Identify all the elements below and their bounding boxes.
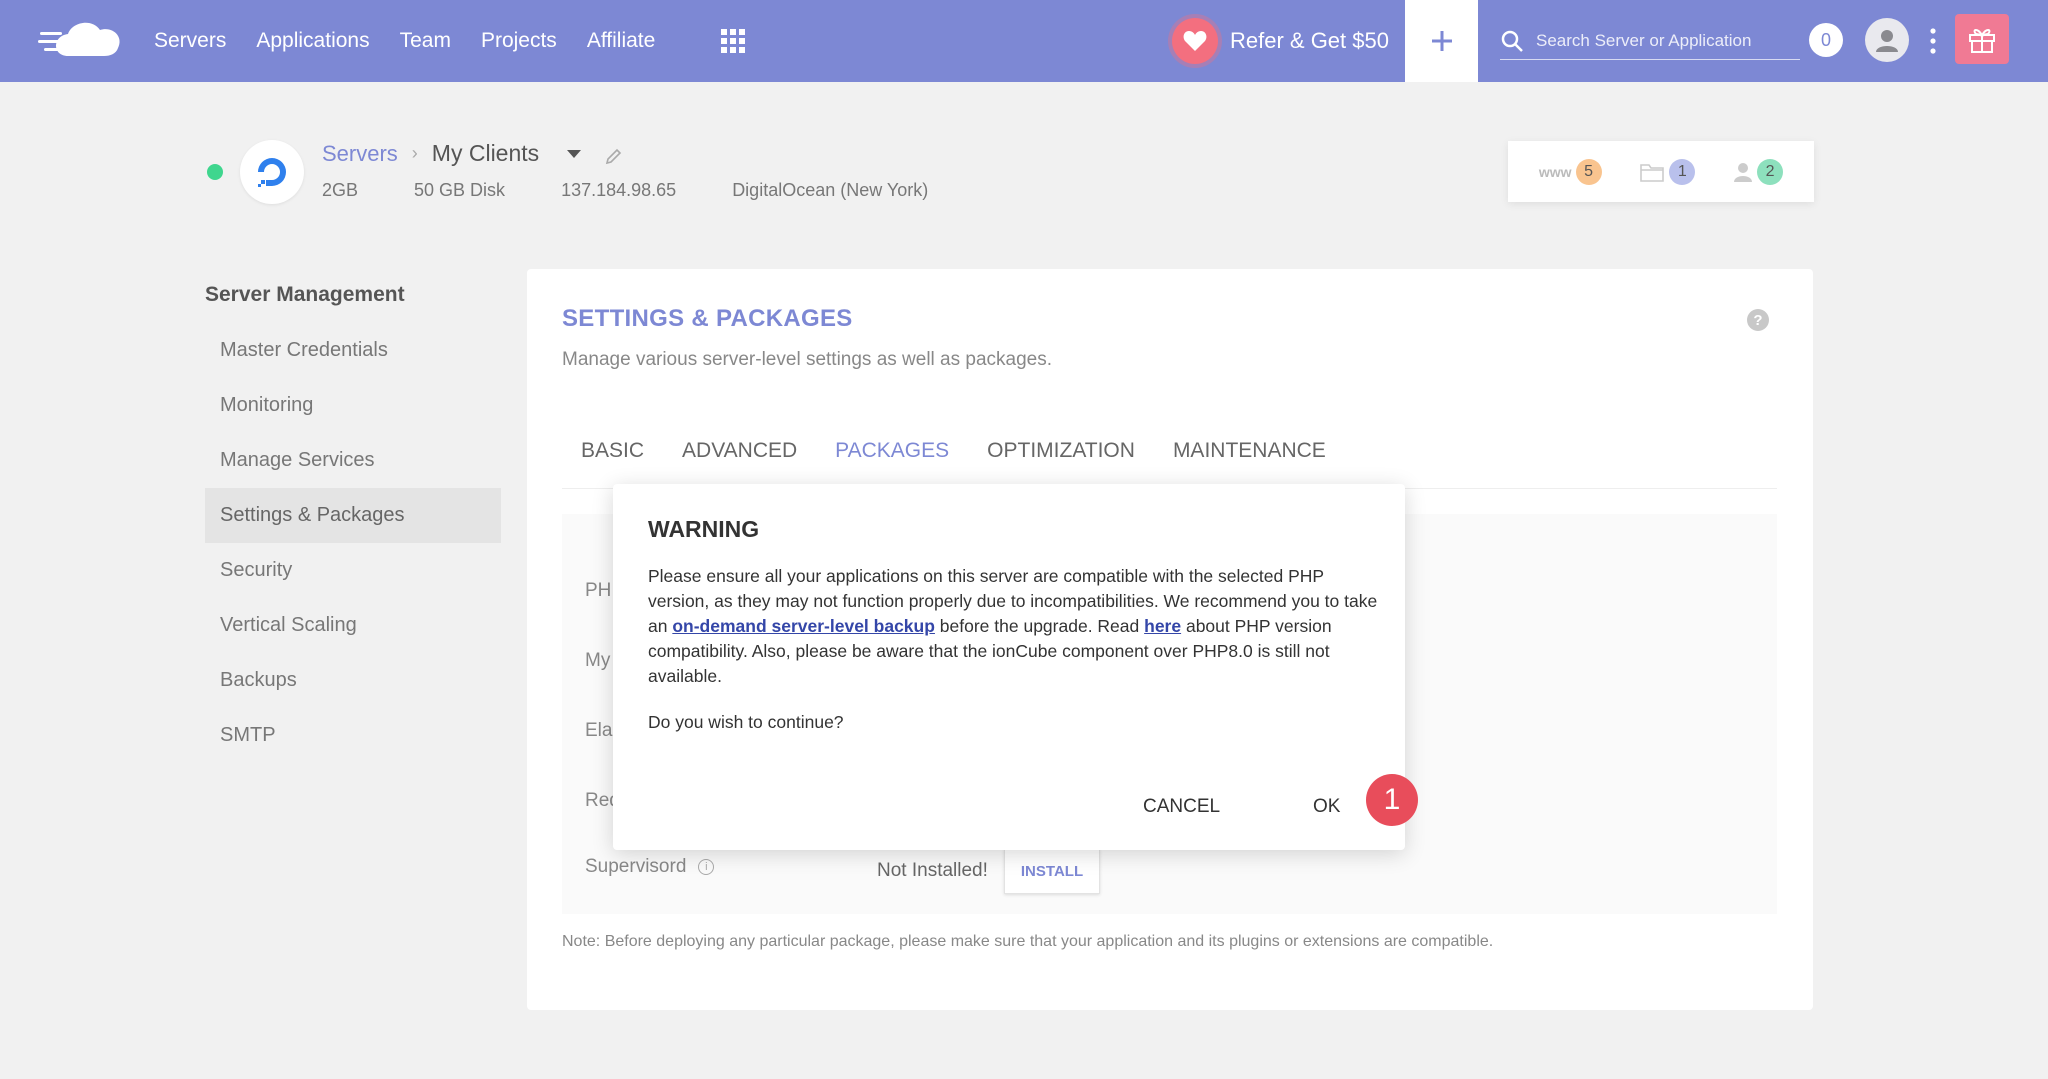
- tab-packages[interactable]: PACKAGES: [816, 439, 968, 489]
- refer-button[interactable]: Refer & Get $50: [1172, 17, 1389, 65]
- projects-count-badge: 1: [1669, 158, 1696, 185]
- add-button[interactable]: [1405, 0, 1478, 82]
- server-ip: 137.184.98.65: [561, 180, 677, 200]
- warning-dialog: WARNING Please ensure all your applicati…: [613, 484, 1405, 850]
- nav-affiliate[interactable]: Affiliate: [587, 29, 656, 53]
- supervisord-label: Supervisord: [585, 856, 687, 877]
- chevron-right-icon: ›: [411, 143, 418, 163]
- search-box: [1500, 22, 1800, 60]
- members-counter[interactable]: 2: [1733, 158, 1784, 185]
- tab-optimization[interactable]: OPTIMIZATION: [968, 439, 1154, 489]
- apps-count-badge: 5: [1575, 158, 1602, 185]
- sidebar-menu: Master Credentials Monitoring Manage Ser…: [205, 323, 501, 763]
- projects-counter[interactable]: 1: [1639, 158, 1696, 185]
- dialog-question: Do you wish to continue?: [648, 712, 844, 732]
- gift-button[interactable]: [1955, 14, 2009, 64]
- refer-label: Refer & Get $50: [1230, 28, 1389, 53]
- user-icon: [1734, 162, 1753, 182]
- server-provider: DigitalOcean (New York): [732, 180, 929, 200]
- sidebar-item-vertical-scaling[interactable]: Vertical Scaling: [205, 598, 501, 653]
- dialog-title: WARNING: [648, 516, 760, 542]
- supervisord-row: Supervisord i: [585, 856, 715, 878]
- main-nav: Servers Applications Team Projects Affil…: [154, 0, 685, 82]
- digitalocean-logo: [240, 140, 304, 204]
- sidebar-item-smtp[interactable]: SMTP: [205, 708, 501, 763]
- server-status-dot: [207, 164, 223, 180]
- settings-tabs: BASIC ADVANCED PACKAGES OPTIMIZATION MAI…: [562, 439, 1777, 489]
- backup-link[interactable]: on-demand server-level backup: [672, 616, 935, 636]
- nav-servers[interactable]: Servers: [154, 29, 226, 53]
- cloudways-logo[interactable]: [38, 16, 128, 62]
- search-icon: [1501, 30, 1523, 52]
- tab-maintenance[interactable]: MAINTENANCE: [1154, 439, 1345, 489]
- more-menu-icon[interactable]: [1925, 26, 1941, 56]
- plus-icon: [1431, 31, 1452, 51]
- www-icon: www: [1538, 163, 1572, 180]
- sidebar-item-security[interactable]: Security: [205, 543, 501, 598]
- nav-applications[interactable]: Applications: [256, 29, 369, 53]
- breadcrumb: Servers › My Clients: [322, 140, 539, 167]
- dialog-text-2: before the upgrade. Read: [934, 616, 1145, 636]
- sidebar-title: Server Management: [205, 283, 405, 306]
- package-label-mysql: My: [585, 650, 611, 671]
- folder-icon: [1640, 163, 1665, 182]
- ok-button[interactable]: OK: [1313, 796, 1340, 818]
- apps-counter[interactable]: www 5: [1538, 158, 1602, 185]
- supervisord-status: Not Installed!: [877, 860, 988, 881]
- sidebar-item-monitoring[interactable]: Monitoring: [205, 378, 501, 433]
- package-label-elasticsearch: Ela: [585, 720, 613, 741]
- tab-basic[interactable]: BASIC: [562, 439, 663, 489]
- avatar[interactable]: [1865, 18, 1909, 62]
- server-ram: 2GB: [322, 180, 359, 200]
- server-name: My Clients: [431, 140, 540, 166]
- server-disk: 50 GB Disk: [414, 180, 506, 200]
- php-compat-link[interactable]: here: [1144, 616, 1181, 636]
- page-subtitle: Manage various server-level settings as …: [562, 349, 1053, 370]
- search-input[interactable]: [1536, 30, 1796, 51]
- nav-projects[interactable]: Projects: [481, 29, 557, 53]
- notification-count[interactable]: 0: [1809, 23, 1843, 57]
- help-icon[interactable]: ?: [1747, 309, 1769, 331]
- packages-note: Note: Before deploying any particular pa…: [562, 933, 1494, 950]
- sidebar-item-settings-packages[interactable]: Settings & Packages: [205, 488, 501, 543]
- top-navbar: Servers Applications Team Projects Affil…: [0, 0, 2048, 82]
- sidebar-item-backups[interactable]: Backups: [205, 653, 501, 708]
- step-marker: 1: [1366, 774, 1418, 826]
- package-label-php: PH: [585, 580, 612, 601]
- user-icon: [1876, 30, 1898, 52]
- tab-advanced[interactable]: ADVANCED: [663, 439, 816, 489]
- info-icon[interactable]: i: [698, 859, 715, 875]
- members-count-badge: 2: [1757, 158, 1784, 185]
- cancel-button[interactable]: CANCEL: [1143, 796, 1220, 818]
- page-title: SETTINGS & PACKAGES: [562, 305, 853, 332]
- nav-team[interactable]: Team: [400, 29, 451, 53]
- apps-grid-icon[interactable]: [720, 28, 746, 54]
- sidebar-item-master-credentials[interactable]: Master Credentials: [205, 323, 501, 378]
- gift-icon: [1969, 29, 1995, 53]
- heart-icon: [1172, 18, 1218, 64]
- sidebar-item-manage-services[interactable]: Manage Services: [205, 433, 501, 488]
- breadcrumb-servers[interactable]: Servers: [322, 141, 398, 167]
- server-specs: 2GB 50 GB Disk 137.184.98.65 DigitalOcea…: [322, 180, 984, 201]
- dialog-message: Please ensure all your applications on t…: [648, 564, 1378, 689]
- caret-down-icon[interactable]: [566, 148, 582, 160]
- server-counters: www 5 1 2: [1508, 141, 1814, 202]
- install-button[interactable]: INSTALL: [1004, 848, 1100, 894]
- edit-pencil-icon[interactable]: [604, 148, 622, 166]
